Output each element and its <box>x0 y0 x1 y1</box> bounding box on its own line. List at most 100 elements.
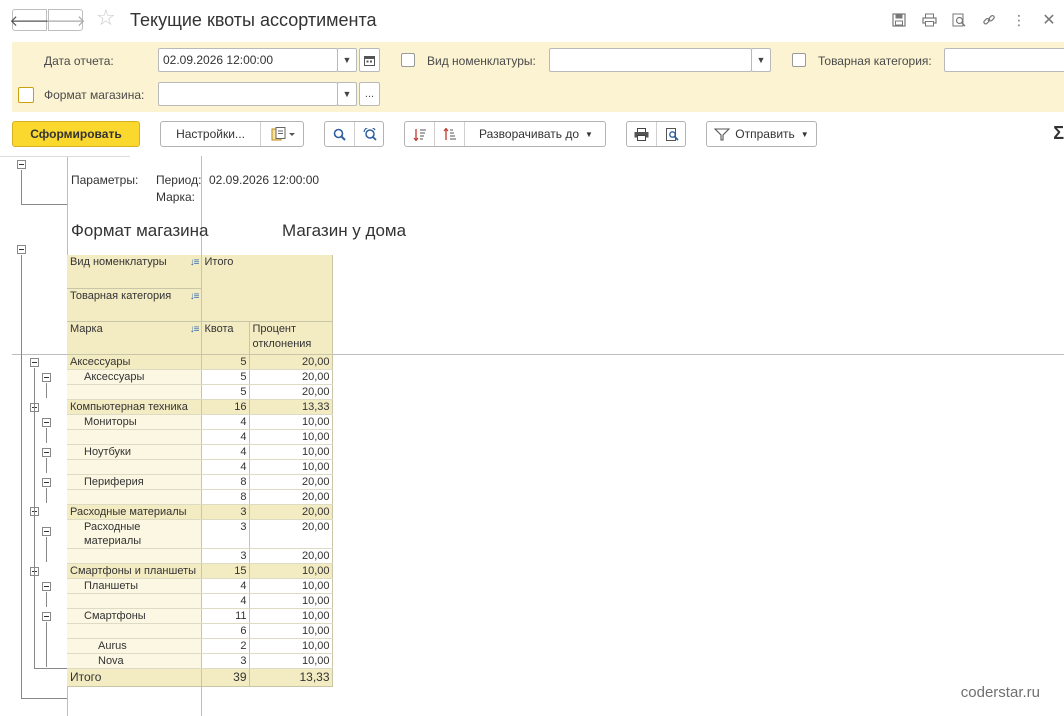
table-row[interactable]: 3 20,00 <box>67 548 333 564</box>
nomenclature-type-checkbox[interactable] <box>401 53 415 67</box>
group-value: Магазин у дома <box>282 221 407 240</box>
sort-icon[interactable]: ↓≡ <box>190 255 200 270</box>
table-row[interactable]: 8 20,00 <box>67 489 333 505</box>
row-label <box>67 489 202 505</box>
quota-cell: 3 <box>201 519 250 549</box>
quota-cell: 4 <box>201 414 250 430</box>
chevron-down-icon: ▼ <box>342 55 352 65</box>
table-row[interactable]: Nova 3 10,00 <box>67 653 333 669</box>
table-row[interactable]: Аксессуары 5 20,00 <box>67 369 333 385</box>
table-row[interactable]: 6 10,00 <box>67 623 333 639</box>
store-format-checkbox[interactable] <box>18 87 34 103</box>
product-category-field[interactable] <box>944 48 1064 72</box>
quota-cell: 6 <box>201 623 250 639</box>
store-format-field[interactable] <box>158 82 338 106</box>
row-label: Аксессуары <box>67 369 202 385</box>
report-date-dropdown[interactable]: ▼ <box>337 48 357 72</box>
favorite-star-icon[interactable]: ☆ <box>96 7 116 29</box>
collapse-row-icon[interactable] <box>42 582 51 591</box>
close-icon[interactable]: ✕ <box>1034 10 1064 30</box>
print-icon[interactable] <box>914 10 944 30</box>
tree-line <box>46 488 47 503</box>
period-value: 02.09.2026 12:00:00 <box>209 173 320 187</box>
table-row[interactable]: 5 20,00 <box>67 384 333 400</box>
brand-param-label: Марка: <box>156 190 195 204</box>
deviation-cell: 10,00 <box>249 414 333 430</box>
deviation-cell: 20,00 <box>249 474 333 490</box>
calendar-button[interactable] <box>359 48 380 72</box>
table-row[interactable]: Аксессуары 5 20,00 <box>67 354 333 370</box>
collapse-row-icon[interactable] <box>42 418 51 427</box>
collapse-params-icon[interactable] <box>17 160 26 169</box>
table-row[interactable]: Расходные материалы 3 20,00 <box>67 519 333 549</box>
store-format-dropdown[interactable]: ▼ <box>337 82 357 106</box>
table-row[interactable]: Планшеты 4 10,00 <box>67 578 333 594</box>
sum-button[interactable]: Σ <box>1053 123 1064 144</box>
deviation-cell: 20,00 <box>249 548 333 564</box>
store-format-select-button[interactable]: ... <box>359 82 380 106</box>
table-row[interactable]: Мониторы 4 10,00 <box>67 414 333 430</box>
total-row[interactable]: Итого 39 13,33 <box>67 668 333 687</box>
back-button[interactable]: 🡐 <box>9 9 50 31</box>
table-row[interactable]: Периферия 8 20,00 <box>67 474 333 490</box>
collapse-row-icon[interactable] <box>30 358 39 367</box>
report-date-field[interactable]: 02.09.2026 12:00:00 <box>158 48 338 72</box>
deviation-cell: 10,00 <box>249 459 333 475</box>
collapse-row-icon[interactable] <box>42 612 51 621</box>
find-next-button[interactable] <box>355 122 385 146</box>
deviation-cell: 10,00 <box>249 653 333 669</box>
sort-expand-group: Разворачивать до ▼ <box>404 121 606 147</box>
total-label: Итого <box>67 668 202 687</box>
table-row[interactable]: Aurus 2 10,00 <box>67 638 333 654</box>
generate-button[interactable]: Сформировать <box>12 121 140 147</box>
collapse-row-icon[interactable] <box>42 478 51 487</box>
collapse-row-icon[interactable] <box>42 527 51 536</box>
preview-icon[interactable] <box>944 10 974 30</box>
table-row[interactable]: Смартфоны и планшеты 15 10,00 <box>67 563 333 579</box>
header-total: Итого <box>201 255 333 322</box>
tree-line <box>21 204 67 205</box>
send-button[interactable]: Отправить ▼ <box>706 121 817 147</box>
print-button-group <box>626 121 686 147</box>
table-row[interactable]: Компьютерная техника 16 13,33 <box>67 399 333 415</box>
filter-panel: Дата отчета: 02.09.2026 12:00:00 ▼ Вид н… <box>12 42 1064 112</box>
sort-ascending-button[interactable] <box>405 122 435 146</box>
period-label: Период: <box>156 173 202 187</box>
variants-button[interactable] <box>261 122 305 146</box>
table-row[interactable]: Расходные материалы 3 20,00 <box>67 504 333 520</box>
print-preview-icon <box>665 127 679 141</box>
settings-button[interactable]: Настройки... <box>161 122 261 146</box>
search-button-group <box>324 121 384 147</box>
table-row[interactable]: Ноутбуки 4 10,00 <box>67 444 333 460</box>
nomenclature-type-dropdown[interactable]: ▼ <box>751 48 771 72</box>
collapse-row-icon[interactable] <box>42 448 51 457</box>
link-icon[interactable] <box>974 10 1004 30</box>
more-vertical-icon[interactable]: ⋮ <box>1004 10 1034 30</box>
expand-to-label: Разворачивать до <box>479 127 580 141</box>
save-icon[interactable] <box>884 10 914 30</box>
print-button[interactable] <box>627 122 657 146</box>
product-category-checkbox[interactable] <box>792 53 806 67</box>
group-label: Формат магазина <box>71 221 209 240</box>
report-table: ↓≡ Вид номенклатуры Итого ↓≡ Товарная кате… <box>67 255 333 687</box>
report-document[interactable]: Параметры: Период: 02.09.2026 12:00:00 М… <box>0 156 1064 716</box>
nomenclature-type-field[interactable] <box>549 48 752 72</box>
sort-descending-button[interactable] <box>435 122 465 146</box>
table-row[interactable]: 4 10,00 <box>67 593 333 609</box>
find-button[interactable] <box>325 122 355 146</box>
print-preview-button[interactable] <box>657 122 687 146</box>
sort-icon[interactable]: ↓≡ <box>190 322 200 337</box>
title-bar: 🡐 🡒 ☆ Текущие квоты ассортимента ⋮ ✕ <box>0 0 1064 40</box>
table-row[interactable]: Смартфоны 11 10,00 <box>67 608 333 624</box>
row-label: Мониторы <box>67 414 202 430</box>
row-label: Компьютерная техника <box>67 399 202 415</box>
table-row[interactable]: 4 10,00 <box>67 429 333 445</box>
sort-icon[interactable]: ↓≡ <box>190 289 200 304</box>
collapse-row-icon[interactable] <box>42 373 51 382</box>
search-next-icon <box>362 127 377 141</box>
table-row[interactable]: 4 10,00 <box>67 459 333 475</box>
expand-to-dropdown[interactable]: Разворачивать до ▼ <box>465 122 607 146</box>
collapse-group-icon[interactable] <box>17 245 26 254</box>
deviation-cell: 20,00 <box>249 504 333 520</box>
forward-button[interactable]: 🡒 <box>45 9 86 31</box>
